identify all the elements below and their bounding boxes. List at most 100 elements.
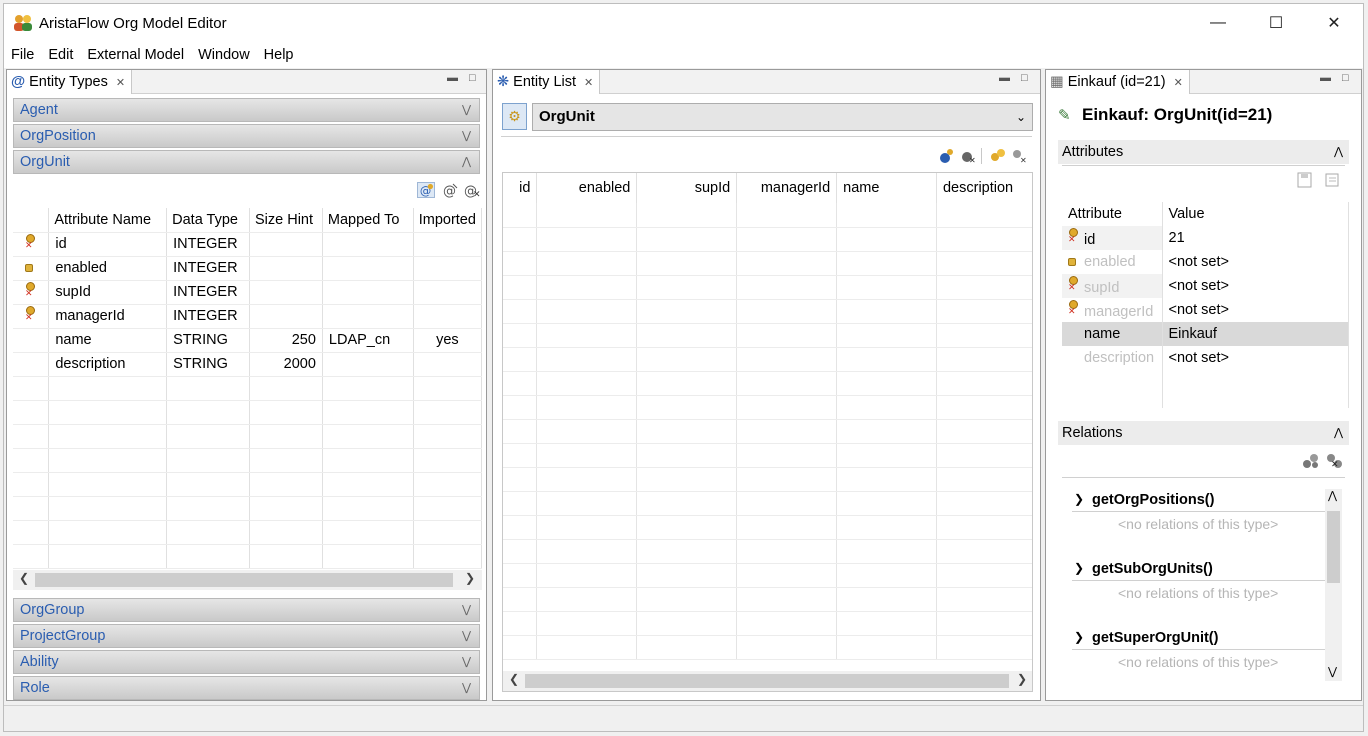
relation-title[interactable]: getSubOrgUnits() <box>1092 561 1213 577</box>
key-remove-icon[interactable]: ✕ <box>1011 148 1029 164</box>
column-header[interactable]: Size Hint <box>249 208 323 233</box>
minimize-view-icon[interactable]: ▬ <box>1320 72 1331 84</box>
group-role[interactable]: Role ⋁ <box>13 676 480 700</box>
attribute-value-row[interactable]: id 21 <box>1062 226 1349 250</box>
column-header[interactable]: supId <box>636 173 738 203</box>
attribute-name-cell: enabled <box>48 256 168 281</box>
relation-title[interactable]: getOrgPositions() <box>1092 492 1214 508</box>
menu-external-model[interactable]: External Model <box>80 47 191 63</box>
group-agent[interactable]: Agent ⋁ <box>13 98 480 122</box>
delete-attribute-icon[interactable]: @✕ <box>463 182 481 198</box>
table-row[interactable]: managerIdINTEGER <box>13 304 483 329</box>
chevron-down-icon[interactable]: ❯ <box>1074 492 1084 506</box>
attribute-value-cell[interactable]: <not set> <box>1162 250 1349 274</box>
close-button[interactable]: ✕ <box>1305 4 1363 42</box>
maximize-view-icon[interactable]: □ <box>1021 72 1028 84</box>
group-orgposition[interactable]: OrgPosition ⋁ <box>13 124 480 148</box>
column-header[interactable]: Mapped To <box>322 208 414 233</box>
attribute-value-row[interactable]: description <not set> <box>1062 346 1349 370</box>
menu-window[interactable]: Window <box>191 47 257 63</box>
app-icon <box>14 15 32 31</box>
attribute-value-cell[interactable]: <not set> <box>1162 274 1349 298</box>
entity-type-select[interactable]: OrgUnit ⌄ <box>532 103 1033 131</box>
minimize-button[interactable]: — <box>1189 4 1247 42</box>
table-row[interactable]: description STRING 2000 <box>13 352 483 377</box>
column-header[interactable]: enabled <box>536 173 638 203</box>
attribute-value-row[interactable]: enabled <not set> <box>1062 250 1349 274</box>
scrollbar-thumb[interactable] <box>35 573 453 587</box>
attribute-value-row[interactable]: managerId <not set> <box>1062 298 1349 322</box>
scroll-left-icon[interactable]: ❮ <box>19 571 29 585</box>
menu-edit[interactable]: Edit <box>41 47 80 63</box>
key-add-icon[interactable] <box>989 148 1007 164</box>
column-header[interactable]: Attribute Name <box>48 208 168 233</box>
add-relation-icon[interactable] <box>1302 453 1320 469</box>
tab-entity-details[interactable]: ▦ Einkauf (id=21) ✕ <box>1046 70 1190 94</box>
horizontal-scrollbar[interactable]: ❮ ❯ <box>13 570 482 590</box>
attribute-value-cell[interactable]: <not set> <box>1162 346 1349 370</box>
empty-row <box>503 227 1032 252</box>
close-tab-icon[interactable]: ✕ <box>584 76 593 89</box>
chevron-down-icon[interactable]: ❯ <box>1074 630 1084 644</box>
data-type-cell: INTEGER <box>166 232 250 257</box>
attribute-value-cell[interactable]: 21 <box>1162 226 1349 250</box>
empty-row <box>13 496 483 521</box>
scroll-right-icon[interactable]: ❯ <box>465 571 475 585</box>
entity-type-icon[interactable]: ⚙ <box>502 103 527 130</box>
remove-relation-icon[interactable]: ✕ <box>1326 453 1344 469</box>
table-row[interactable]: enabled INTEGER <box>13 256 483 281</box>
attribute-value-cell[interactable]: Einkauf <box>1162 322 1349 346</box>
attribute-value-cell[interactable]: <not set> <box>1162 298 1349 322</box>
maximize-view-icon[interactable]: □ <box>1342 72 1349 84</box>
column-header[interactable]: name <box>836 173 937 203</box>
scroll-down-icon[interactable]: ⋁ <box>1328 665 1337 678</box>
group-orggroup[interactable]: OrgGroup ⋁ <box>13 598 480 622</box>
column-header[interactable]: description <box>936 173 1032 203</box>
attribute-value-row[interactable]: supId <not set> <box>1062 274 1349 298</box>
column-header[interactable]: Imported <box>413 208 483 233</box>
column-header[interactable]: managerId <box>736 173 838 203</box>
tab-entity-types[interactable]: @ Entity Types ✕ <box>7 70 133 94</box>
vertical-scrollbar[interactable]: ⋀ ⋁ <box>1325 489 1342 681</box>
group-ability[interactable]: Ability ⋁ <box>13 650 480 674</box>
scrollbar-thumb[interactable] <box>525 674 1009 688</box>
chevron-down-icon[interactable]: ❯ <box>1074 561 1084 575</box>
scroll-up-icon[interactable]: ⋀ <box>1328 489 1337 502</box>
scroll-right-icon[interactable]: ❯ <box>1017 672 1027 686</box>
table-row[interactable]: idINTEGER <box>13 232 483 257</box>
add-attribute-icon[interactable]: @ <box>417 182 435 198</box>
delete-entity-icon[interactable]: ✕ <box>959 148 977 164</box>
attributes-section-header[interactable]: Attributes ⋀ <box>1058 140 1349 164</box>
edit-attribute-icon[interactable]: @ <box>441 182 459 198</box>
tab-entity-list[interactable]: ❋ Entity List ✕ <box>493 70 601 94</box>
group-projectgroup[interactable]: ProjectGroup ⋁ <box>13 624 480 648</box>
minimize-view-icon[interactable]: ▬ <box>447 72 458 84</box>
divider <box>1072 580 1333 581</box>
close-tab-icon[interactable]: ✕ <box>116 76 125 89</box>
minimize-view-icon[interactable]: ▬ <box>999 72 1010 84</box>
menu-help[interactable]: Help <box>257 47 301 63</box>
close-tab-icon[interactable]: ✕ <box>1174 76 1183 89</box>
relations-section-header[interactable]: Relations ⋀ <box>1058 421 1349 445</box>
revert-icon[interactable] <box>1324 172 1342 188</box>
column-header[interactable]: id <box>503 173 538 203</box>
column-header[interactable]: Value <box>1162 202 1349 226</box>
table-row[interactable]: name STRING 250 LDAP_cn yes <box>13 328 483 353</box>
group-label: ProjectGroup <box>20 628 106 644</box>
add-entity-icon[interactable] <box>937 148 955 164</box>
scroll-left-icon[interactable]: ❮ <box>509 672 519 686</box>
scrollbar-thumb[interactable] <box>1327 511 1340 583</box>
column-header[interactable]: Attribute <box>1062 202 1163 226</box>
maximize-button[interactable]: ☐ <box>1247 4 1305 42</box>
imported-cell <box>413 352 483 377</box>
column-header[interactable]: Data Type <box>166 208 250 233</box>
menu-file[interactable]: File <box>4 47 41 63</box>
attribute-value-row[interactable]: name Einkauf <box>1062 322 1349 346</box>
table-row[interactable]: supIdINTEGER <box>13 280 483 305</box>
save-icon[interactable] <box>1296 172 1314 188</box>
relation-title[interactable]: getSuperOrgUnit() <box>1092 630 1218 646</box>
attribute-table: Attribute Name Data Type Size Hint Mappe… <box>13 208 483 569</box>
maximize-view-icon[interactable]: □ <box>469 72 476 84</box>
horizontal-scrollbar[interactable]: ❮ ❯ <box>503 671 1032 691</box>
group-orgunit[interactable]: OrgUnit ⋀ <box>13 150 480 174</box>
